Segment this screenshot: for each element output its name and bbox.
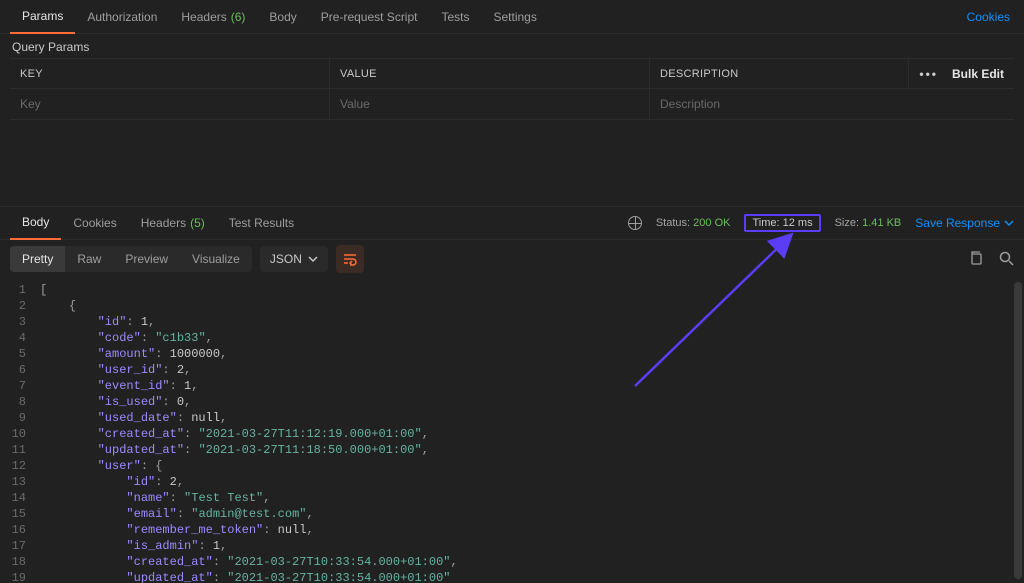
params-more-icon[interactable]: •••	[919, 67, 938, 81]
save-response-button[interactable]: Save Response	[915, 216, 1014, 230]
status-badge: Status: 200 OK	[656, 217, 731, 229]
params-table: KEY VALUE DESCRIPTION ••• Bulk Edit	[10, 58, 1014, 120]
scrollbar[interactable]	[1014, 282, 1022, 579]
table-row	[10, 89, 1014, 119]
response-view-toolbar: PrettyRawPreviewVisualize JSON	[0, 240, 1024, 278]
column-header-value: VALUE	[330, 59, 650, 88]
response-tabs: BodyCookiesHeaders (5)Test Results Statu…	[0, 206, 1024, 240]
wrap-lines-button[interactable]	[336, 245, 364, 273]
request-tab-params[interactable]: Params	[10, 0, 75, 34]
bulk-edit-button[interactable]: Bulk Edit	[952, 67, 1004, 81]
request-tab-authorization[interactable]: Authorization	[75, 0, 169, 34]
request-tab-headers[interactable]: Headers (6)	[169, 0, 257, 34]
response-tab-headers[interactable]: Headers (5)	[129, 206, 217, 240]
response-body-viewer[interactable]: 1234567891011121314151617181920 [ { "id"…	[0, 278, 1024, 583]
response-tab-test-results[interactable]: Test Results	[217, 206, 306, 240]
column-header-key: KEY	[10, 59, 330, 88]
request-tab-pre-request-script[interactable]: Pre-request Script	[309, 0, 430, 34]
param-value-input[interactable]	[340, 97, 639, 111]
request-tab-tests[interactable]: Tests	[429, 0, 481, 34]
body-format-dropdown[interactable]: JSON	[260, 246, 328, 272]
response-tab-cookies[interactable]: Cookies	[61, 206, 128, 240]
response-tab-body[interactable]: Body	[10, 206, 61, 240]
view-mode-segmented: PrettyRawPreviewVisualize	[10, 246, 252, 272]
request-tabs: ParamsAuthorizationHeaders (6)BodyPre-re…	[0, 0, 1024, 34]
request-tab-settings[interactable]: Settings	[482, 0, 549, 34]
view-mode-pretty[interactable]: Pretty	[10, 246, 65, 272]
view-mode-raw[interactable]: Raw	[65, 246, 113, 272]
query-params-subheader: Query Params	[0, 34, 1024, 58]
column-header-description: DESCRIPTION	[650, 59, 909, 88]
network-icon[interactable]	[628, 216, 642, 230]
copy-response-icon[interactable]	[968, 250, 984, 269]
response-time: Time: 12 ms	[744, 214, 820, 232]
search-response-icon[interactable]	[998, 250, 1014, 269]
param-key-input[interactable]	[20, 97, 319, 111]
view-mode-preview[interactable]: Preview	[113, 246, 180, 272]
param-desc-input[interactable]	[660, 97, 1004, 111]
view-mode-visualize[interactable]: Visualize	[180, 246, 252, 272]
request-tab-body[interactable]: Body	[257, 0, 308, 34]
cookies-link[interactable]: Cookies	[967, 10, 1010, 24]
response-size: Size: 1.41 KB	[835, 217, 902, 229]
